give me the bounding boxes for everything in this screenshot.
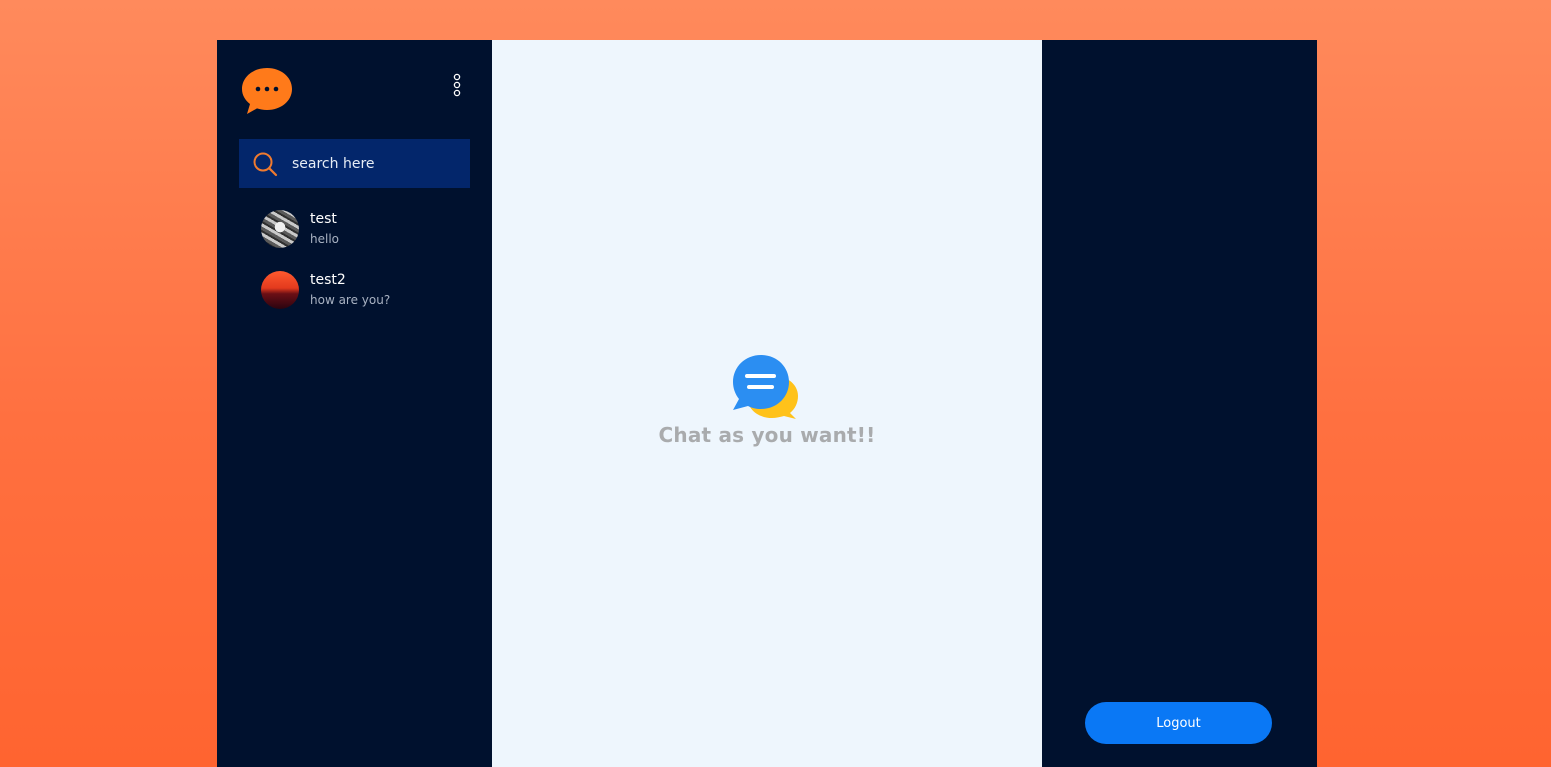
contact-item-test2[interactable]: test2 how are you? — [261, 259, 471, 320]
app-logo-icon — [241, 66, 293, 116]
contact-text: test hello — [310, 210, 339, 248]
chat-main-area: Chat as you want!! — [492, 40, 1042, 767]
contact-text: test2 how are you? — [310, 271, 390, 309]
contact-last-message: hello — [310, 231, 339, 246]
chat-bubbles-icon — [732, 353, 802, 421]
contact-name: test2 — [310, 271, 346, 288]
avatar — [261, 209, 299, 248]
contact-last-message: how are you? — [310, 292, 391, 307]
chat-app-window: test hello test2 how are you? — [217, 40, 1317, 767]
more-options-icon[interactable] — [449, 72, 465, 100]
contact-name: test — [310, 210, 337, 227]
welcome-placeholder: Chat as you want!! — [492, 353, 1042, 447]
search-input[interactable] — [290, 154, 464, 173]
contact-item-test[interactable]: test hello — [261, 198, 471, 259]
contact-list: test hello test2 how are you? — [261, 198, 471, 320]
avatar — [261, 270, 299, 309]
logout-button[interactable]: Logout — [1085, 702, 1272, 744]
search-bar — [239, 139, 470, 188]
sidebar: test hello test2 how are you? — [217, 40, 492, 767]
welcome-text: Chat as you want!! — [658, 423, 876, 447]
search-icon[interactable] — [251, 150, 279, 178]
right-panel: Logout — [1042, 40, 1317, 767]
